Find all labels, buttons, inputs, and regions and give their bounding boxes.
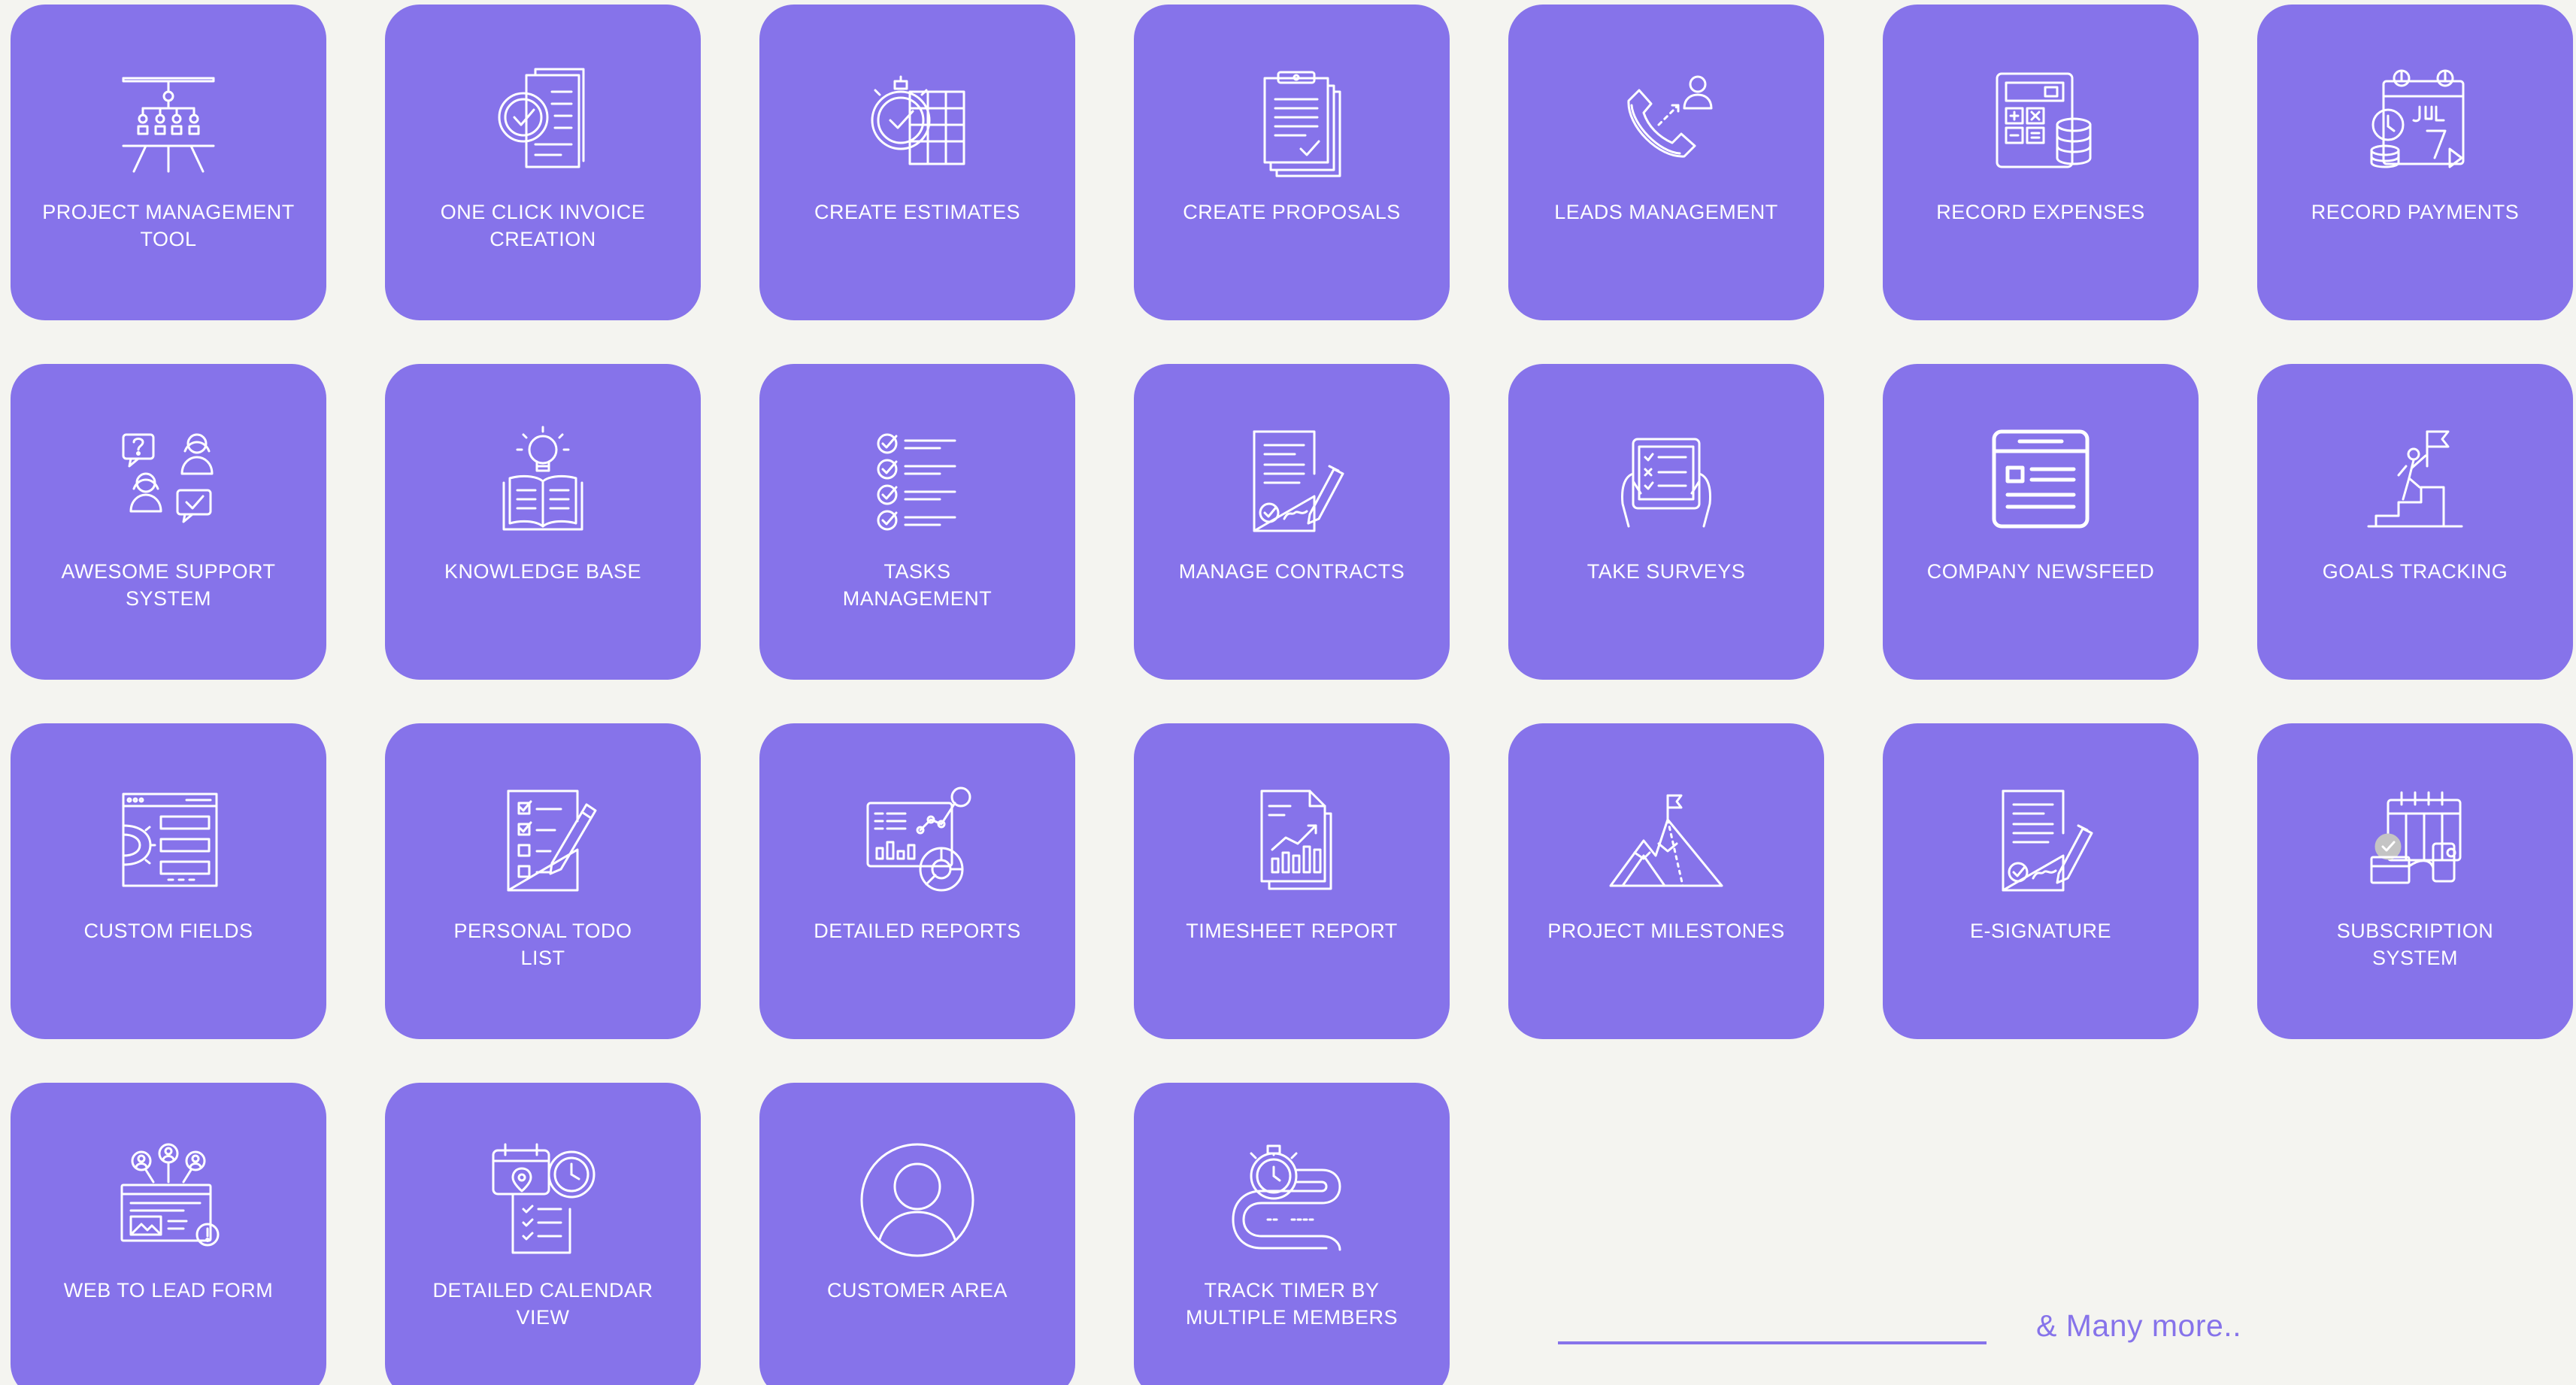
contract-pen-icon: [1253, 430, 1344, 532]
feature-label: TAKE SURVEYS: [1587, 560, 1746, 583]
feature-label: PERSONAL TODO LIST: [453, 920, 632, 969]
web-form-users-icon: [120, 1143, 220, 1247]
feature-web-to-lead-form[interactable]: WEB TO LEAD FORM: [11, 1083, 326, 1385]
feature-timesheet-report[interactable]: TIMESHEET REPORT: [1134, 723, 1450, 1039]
feature-label: WEB TO LEAD FORM: [63, 1279, 274, 1302]
feature-subscription-system[interactable]: SUBSCRIPTION SYSTEM: [2257, 723, 2573, 1039]
feature-one-click-invoice[interactable]: ONE CLICK INVOICE CREATION: [385, 5, 701, 320]
checklist-icon: [877, 433, 956, 531]
whiteboard-org-chart-icon: [122, 77, 215, 173]
feature-label: LEADS MANAGEMENT: [1554, 201, 1778, 223]
feature-label: KNOWLEDGE BASE: [444, 560, 642, 583]
feature-leads-management[interactable]: LEADS MANAGEMENT: [1508, 5, 1824, 320]
feature-tasks-management[interactable]: TASKS MANAGEMENT: [759, 364, 1075, 680]
feature-take-surveys[interactable]: TAKE SURVEYS: [1508, 364, 1824, 680]
feature-record-payments[interactable]: RECORD PAYMENTS: [2257, 5, 2573, 320]
custom-fields-gear-icon: [122, 793, 218, 887]
feature-label: CUSTOM FIELDS: [83, 920, 253, 942]
divider-line: [1558, 1341, 1987, 1344]
feature-label: AWESOME SUPPORT SYSTEM: [61, 560, 276, 610]
user-circle-icon: [860, 1143, 974, 1257]
subscription-calendar-icon: [2370, 791, 2462, 884]
feature-record-expenses[interactable]: RECORD EXPENSES: [1883, 5, 2199, 320]
many-more-footer: & Many more..: [1558, 1307, 2241, 1344]
feature-create-estimates[interactable]: CREATE ESTIMATES: [759, 5, 1075, 320]
feature-label: TRACK TIMER BY MULTIPLE MEMBERS: [1185, 1279, 1399, 1329]
feature-detailed-reports[interactable]: DETAILED REPORTS: [759, 723, 1075, 1039]
feature-label: ONE CLICK INVOICE CREATION: [440, 201, 646, 250]
feature-detailed-calendar-view[interactable]: DETAILED CALENDAR VIEW: [385, 1083, 701, 1385]
feature-customer-area[interactable]: CUSTOMER AREA: [759, 1083, 1075, 1385]
timer-track-icon: [1232, 1144, 1341, 1251]
survey-tablet-icon: [1621, 438, 1711, 528]
calendar-coins-icon: [2370, 69, 2465, 168]
feature-e-signature[interactable]: E-SIGNATURE: [1883, 723, 2199, 1039]
feature-create-proposals[interactable]: CREATE PROPOSALS: [1134, 5, 1450, 320]
feature-label: TIMESHEET REPORT: [1186, 920, 1398, 942]
feature-label: GOALS TRACKING: [2322, 560, 2508, 583]
feature-label: DETAILED REPORTS: [814, 920, 1021, 942]
feature-label: CUSTOMER AREA: [826, 1279, 1008, 1302]
feature-label: TASKS MANAGEMENT: [842, 560, 993, 610]
feature-custom-fields[interactable]: CUSTOM FIELDS: [11, 723, 326, 1039]
support-people-icon: [122, 433, 214, 523]
feature-label: CREATE ESTIMATES: [814, 201, 1021, 223]
many-more-text: & Many more..: [2036, 1308, 2242, 1343]
feature-project-milestones[interactable]: PROJECT MILESTONES: [1508, 723, 1824, 1039]
calendar-clock-icon: [492, 1143, 596, 1254]
invoice-check-icon: [498, 68, 585, 168]
feature-label: PROJECT MANAGEMENT TOOL: [42, 201, 295, 250]
feature-label: RECORD PAYMENTS: [2311, 201, 2520, 223]
feature-label: RECORD EXPENSES: [1936, 201, 2145, 223]
feature-label: PROJECT MILESTONES: [1547, 920, 1785, 942]
calculator-coins-icon: [1996, 72, 2092, 168]
feature-personal-todo-list[interactable]: PERSONAL TODO LIST: [385, 723, 701, 1039]
feature-company-newsfeed[interactable]: COMPANY NEWSFEED: [1883, 364, 2199, 680]
document-signature-icon: [2002, 789, 2093, 892]
feature-project-management-tool[interactable]: PROJECT MANAGEMENT TOOL: [11, 5, 326, 320]
stopwatch-sheet-icon: [871, 75, 965, 165]
feature-label: CREATE PROPOSALS: [1183, 201, 1401, 223]
book-lightbulb-icon: [502, 426, 583, 531]
features-grid: PROJECT MANAGEMENT TOOL ONE CLICK INVOIC…: [11, 5, 2573, 1385]
clipboard-documents-icon: [1263, 71, 1341, 177]
report-chart-icon: [866, 786, 971, 892]
feature-track-timer-multiple-members[interactable]: TRACK TIMER BY MULTIPLE MEMBERS: [1134, 1083, 1450, 1385]
mountain-flag-icon: [1609, 794, 1723, 887]
feature-label: DETAILED CALENDAR VIEW: [432, 1279, 653, 1329]
feature-goals-tracking[interactable]: GOALS TRACKING: [2257, 364, 2573, 680]
feature-awesome-support-system[interactable]: AWESOME SUPPORT SYSTEM: [11, 364, 326, 680]
phone-contact-icon: [1627, 75, 1713, 158]
feature-knowledge-base[interactable]: KNOWLEDGE BASE: [385, 364, 701, 680]
feature-label: E-SIGNATURE: [1969, 920, 2111, 942]
todo-list-pencil-icon: [507, 789, 597, 892]
timesheet-chart-icon: [1260, 789, 1332, 890]
feature-label: MANAGE CONTRACTS: [1178, 560, 1405, 583]
feature-label: COMPANY NEWSFEED: [1926, 560, 2155, 583]
goal-flag-icon: [2367, 430, 2463, 528]
feature-label: SUBSCRIPTION SYSTEM: [2336, 920, 2494, 969]
feature-manage-contracts[interactable]: MANAGE CONTRACTS: [1134, 364, 1450, 680]
newsfeed-window-icon: [1992, 429, 2090, 529]
